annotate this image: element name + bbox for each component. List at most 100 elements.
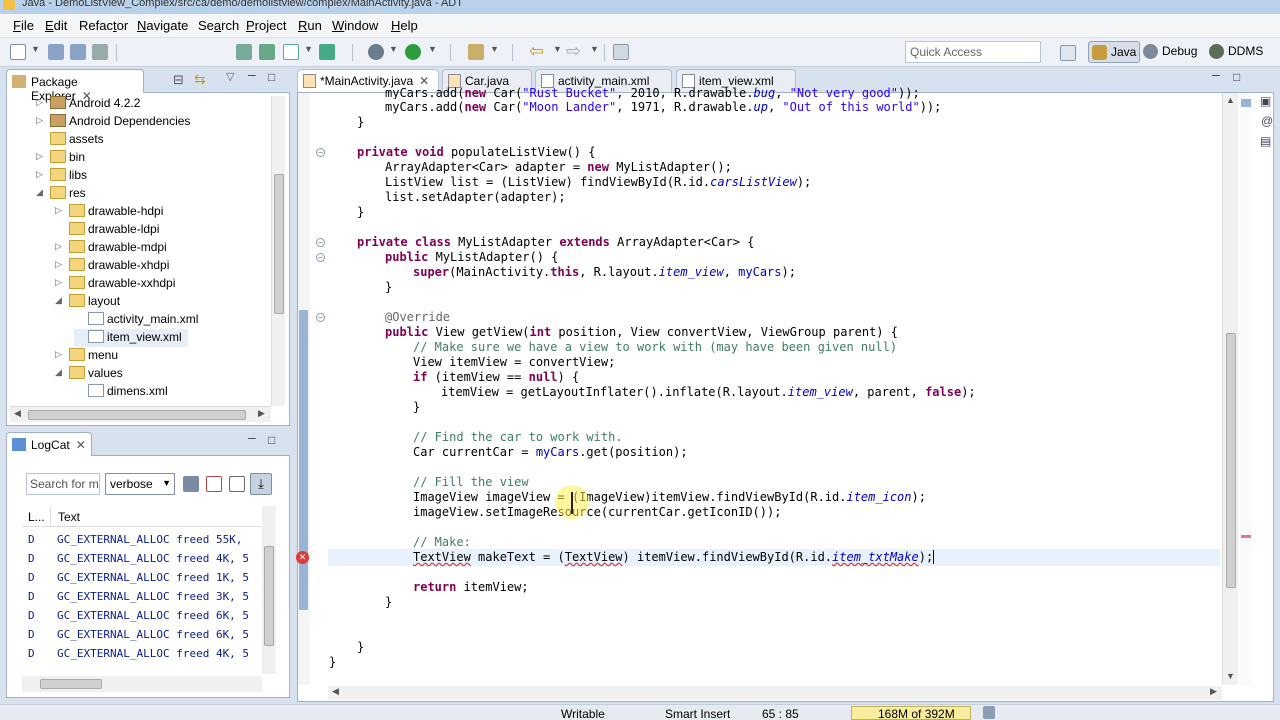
lint-icon[interactable] (283, 44, 299, 60)
code-line: itemView = getLayoutInflater().inflate(R… (441, 385, 976, 399)
logcat-icon (12, 438, 26, 451)
maximize-icon[interactable]: □ (268, 70, 275, 84)
save-icon[interactable] (48, 44, 64, 60)
code-line: myCars.add(new Car("Rust Bucket", 2010, … (385, 86, 920, 99)
xml-file-icon (88, 312, 104, 325)
logcat-search-input[interactable]: Search for m (26, 473, 100, 495)
tree-vertical-scrollbar[interactable] (271, 96, 285, 406)
new-icon[interactable] (10, 44, 26, 60)
log-row[interactable]: D GC_EXTERNAL_ALLOC freed 6K, 5 (10, 609, 260, 628)
minimize-icon[interactable]: – (248, 66, 256, 82)
text-cursor-icon (571, 492, 573, 514)
tree-horizontal-scrollbar[interactable]: ◀ ▶ (10, 406, 271, 422)
scroll-thumb[interactable] (40, 679, 102, 689)
editor-horizontal-scrollbar[interactable]: ◀ ▶ (328, 686, 1222, 700)
maximize-icon[interactable]: □ (268, 433, 275, 447)
overview-marker[interactable] (1241, 99, 1251, 107)
log-row[interactable]: D GC_EXTERNAL_ALLOC freed 4K, 5 (10, 647, 260, 666)
collapse-all-icon[interactable]: ⊟ (173, 72, 184, 88)
back-icon[interactable]: ⇦ (529, 41, 544, 62)
logcat-horizontal-scrollbar[interactable] (22, 676, 262, 692)
perspective-java[interactable]: Java (1088, 41, 1140, 63)
error-marker-icon[interactable]: ✕ (296, 551, 309, 564)
package-explorer-tab[interactable]: Package Explorer✕ (6, 69, 144, 103)
save-log-icon[interactable] (183, 476, 199, 492)
close-icon[interactable]: ✕ (76, 438, 86, 452)
print-icon[interactable] (92, 44, 108, 60)
scroll-thumb[interactable] (1226, 333, 1236, 588)
column-text[interactable]: Text (58, 510, 80, 524)
logcat-vertical-scrollbar[interactable] (262, 506, 276, 674)
scroll-thumb[interactable] (28, 410, 246, 420)
toggle-filters-icon[interactable] (229, 476, 245, 492)
tree-item-selected[interactable]: item_view.xml (74, 329, 188, 347)
fold-collapse-icon[interactable]: – (316, 238, 325, 247)
android-sdk-icon[interactable] (236, 44, 252, 60)
scroll-thumb[interactable] (274, 174, 284, 314)
menu-run[interactable]: Run (298, 18, 322, 33)
scope-indicator (299, 310, 308, 610)
logcat-tab[interactable]: LogCat ✕ (6, 432, 92, 456)
outline-icon[interactable]: @ (1261, 114, 1273, 128)
menu-refactor[interactable]: Refactor (79, 18, 128, 33)
folder-icon (69, 348, 85, 361)
menu-window[interactable]: Window (332, 18, 378, 33)
package-explorer-icon (12, 75, 26, 88)
link-editor-icon[interactable]: ⇆ (194, 71, 206, 88)
forward-icon[interactable]: ⇨ (566, 41, 581, 62)
run-icon[interactable] (405, 44, 421, 60)
error-overview-marker[interactable] (1241, 535, 1251, 538)
code-line: return itemView; (413, 580, 529, 594)
folder-icon (69, 258, 85, 271)
view-menu-icon[interactable]: ▽ (226, 70, 234, 83)
avd-manager-icon[interactable] (259, 44, 275, 60)
open-perspective-icon[interactable] (1060, 45, 1076, 61)
fold-collapse-icon[interactable]: – (316, 148, 325, 157)
external-tools-icon[interactable] (468, 44, 484, 60)
log-row[interactable]: D GC_EXTERNAL_ALLOC freed 3K, 5 (10, 590, 260, 609)
editor-vertical-scrollbar[interactable]: ▲ ▼ (1222, 93, 1238, 685)
gc-trash-icon[interactable] (983, 706, 995, 719)
code-line: imageView.setImageResource(currentCar.ge… (413, 505, 782, 519)
menu-edit[interactable]: Edit (45, 18, 67, 33)
logcat-table-header: L... Text (22, 506, 262, 527)
code-line: } (357, 205, 365, 219)
perspective-ddms[interactable]: DDMS (1206, 41, 1266, 63)
android-wizard-icon[interactable] (319, 44, 335, 60)
pin-editor-icon[interactable] (613, 44, 629, 60)
log-row[interactable]: D GC_EXTERNAL_ALLOC freed 55K, (10, 533, 260, 552)
quick-access-input[interactable]: Quick Access (905, 41, 1041, 63)
debug-icon[interactable] (368, 44, 384, 60)
menu-project[interactable]: Project (246, 18, 286, 33)
log-row[interactable]: D GC_EXTERNAL_ALLOC freed 4K, 5 (10, 552, 260, 571)
app-icon (3, 0, 15, 10)
menu-file[interactable]: File (13, 18, 34, 33)
log-row[interactable]: D GC_EXTERNAL_ALLOC freed 1K, 5 (10, 571, 260, 590)
fold-collapse-icon[interactable]: – (316, 253, 325, 262)
debug-perspective-icon (1143, 44, 1158, 59)
log-row[interactable]: D GC_EXTERNAL_ALLOC freed 6K, 5 (10, 628, 260, 647)
task-list-icon[interactable]: ▤ (1260, 134, 1271, 148)
clear-log-icon[interactable] (206, 476, 222, 492)
menu-navigate[interactable]: Navigate (137, 18, 188, 33)
code-line: list.setAdapter(adapter); (385, 190, 566, 204)
maximize-icon[interactable]: □ (1233, 70, 1240, 84)
menu-help[interactable]: Help (391, 18, 418, 33)
new-dropdown-icon[interactable]: ▼ (31, 44, 40, 54)
column-level[interactable]: L... (28, 510, 45, 524)
perspective-debug[interactable]: Debug (1140, 41, 1206, 63)
folder-icon (50, 168, 66, 181)
code-line: } (329, 655, 337, 669)
fold-collapse-icon[interactable]: – (316, 313, 325, 322)
minimize-icon[interactable]: – (1212, 66, 1220, 82)
log-level-select[interactable]: verbose ▼ (105, 473, 175, 495)
menu-search[interactable]: Search (198, 18, 239, 33)
restore-icon[interactable]: ▣ (1260, 94, 1271, 108)
code-line: ImageView imageView = (ImageView)itemVie… (413, 490, 926, 504)
save-all-icon[interactable] (70, 44, 86, 60)
minimize-icon[interactable]: – (248, 429, 256, 445)
scroll-lock-icon[interactable]: ⤓ (250, 473, 272, 495)
scroll-thumb[interactable] (264, 546, 274, 646)
heap-status[interactable]: 168M of 392M (851, 706, 971, 720)
title-bar: Java - DemoListView_Complex/src/ca/demo/… (0, 0, 1280, 14)
